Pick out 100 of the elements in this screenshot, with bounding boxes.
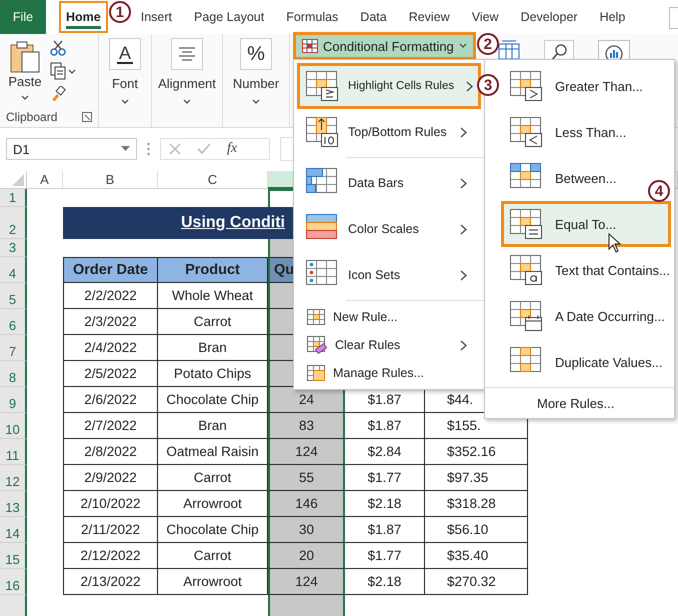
paste-button[interactable]: Paste [6,38,44,107]
scissors-icon [50,40,66,56]
column-header[interactable]: B [63,171,158,189]
table-cell: 2/7/2022 [63,413,158,439]
column-header[interactable]: C [158,171,268,189]
clipboard-icon [8,40,42,74]
column-heading: Order Date [63,257,158,283]
table-cell: $270.32 [425,569,528,595]
font-button[interactable]: A Font [105,38,145,105]
row-header[interactable]: 3 [0,239,27,257]
table-cell: 55 [268,465,345,491]
row-header[interactable]: 6 [0,309,27,335]
menu-item[interactable]: Duplicate Values... [501,339,671,385]
menu-item[interactable]: Highlight Cells Rules [297,63,481,109]
menu-item[interactable]: Clear Rules [297,331,481,359]
ribbon-tab[interactable]: Formulas [278,0,346,34]
table-cell: 124 [268,439,345,465]
row-header[interactable]: 1 [0,189,27,207]
row-header[interactable]: 7 [0,335,27,361]
ribbon-tab[interactable]: Help [592,0,634,34]
name-box[interactable]: D1 [6,138,137,160]
table-cell: $35.40 [425,543,528,569]
grip-icon [147,142,150,156]
row-header[interactable]: 5 [0,283,27,309]
table-cell: 2/10/2022 [63,491,158,517]
table-cell: 2/11/2022 [63,517,158,543]
table-cell: $2.18 [345,569,425,595]
table-icon [302,39,318,53]
menu-item[interactable]: New Rule... [297,303,481,331]
row-header[interactable]: 2 [0,207,27,239]
row-header[interactable]: 16 [0,569,27,595]
top-bottom-icon [305,116,339,148]
row-header[interactable]: 13 [0,491,27,517]
align-icon [178,47,196,61]
number-button[interactable]: % Number [228,38,284,105]
less-than-icon [509,116,543,148]
calendar-icon [509,300,543,332]
row-header[interactable]: 11 [0,439,27,465]
menu-item[interactable]: Greater Than... [501,63,671,109]
table-cell: 2/6/2022 [63,387,158,413]
highlight-rules-icon [305,70,339,102]
ribbon-tab[interactable]: Insert [132,0,180,34]
row-header[interactable]: 4 [0,257,27,283]
file-tab[interactable]: File [0,0,46,34]
column-heading: Product [158,257,268,283]
row-header[interactable]: 9 [0,387,27,413]
row-header[interactable]: 14 [0,517,27,543]
table-cell: $2.18 [345,491,425,517]
alignment-button[interactable]: Alignment [154,38,220,105]
table-cell: 2/8/2022 [63,439,158,465]
dialog-launcher-icon [82,112,92,122]
table-cell: $1.87 [345,517,425,543]
table-cell: 124 [268,569,345,595]
table-cell: 83 [268,413,345,439]
row-header[interactable]: 10 [0,413,27,439]
copy-icon [50,62,76,80]
table-cell: 2/13/2022 [63,569,158,595]
menu-item[interactable]: Top/Bottom Rules [297,109,481,155]
ribbon-tab[interactable]: Developer [512,0,586,34]
menu-item[interactable]: Manage Rules... [297,359,481,387]
insert-function-button[interactable]: fx [227,141,238,157]
percent-icon: % [247,42,265,66]
table-cell: 24 [268,387,345,413]
column-header[interactable]: A [27,171,63,189]
check-icon [197,143,211,155]
cancel-icon [169,143,181,155]
table-cell: 2/9/2022 [63,465,158,491]
table-cell: 20 [268,543,345,569]
search-field[interactable] [669,7,678,29]
row-header[interactable]: 12 [0,465,27,491]
greater-than-icon [509,70,543,102]
selected-cell[interactable] [268,595,345,616]
row-header[interactable] [0,595,27,616]
ribbon-tab[interactable]: Data [352,0,395,34]
row-header[interactable]: 15 [0,543,27,569]
select-all-icon [12,174,24,186]
row-header[interactable]: 8 [0,361,27,387]
caret-icon [121,99,129,105]
table-cell: $2.84 [345,439,425,465]
table-cell: $1.87 [345,413,425,439]
ribbon-tab[interactable]: Review [400,0,458,34]
table-icon[interactable] [498,40,520,60]
menu-item[interactable]: Equal To... [501,201,671,247]
menu-item[interactable]: A Date Occurring... [501,293,671,339]
table-cell: $56.10 [425,517,528,543]
conditional-formatting-button[interactable]: Conditional Formatting [295,34,474,58]
menu-item[interactable]: Text that Contains... [501,247,671,293]
menu-item[interactable]: Data Bars [297,160,481,206]
ribbon-tab[interactable]: View [464,0,507,34]
caret-icon [183,99,191,105]
ribbon-tab[interactable]: Home [58,0,109,34]
table-cell: $1.77 [345,465,425,491]
text-contains-icon [509,254,543,286]
table-cell: $97.35 [425,465,528,491]
table-cell: 30 [268,517,345,543]
ribbon-tab[interactable]: Page Layout [186,0,272,34]
cursor-icon [608,233,622,253]
menu-item[interactable]: Less Than... [501,109,671,155]
table-cell: 2/5/2022 [63,361,158,387]
eraser-icon [307,336,327,354]
